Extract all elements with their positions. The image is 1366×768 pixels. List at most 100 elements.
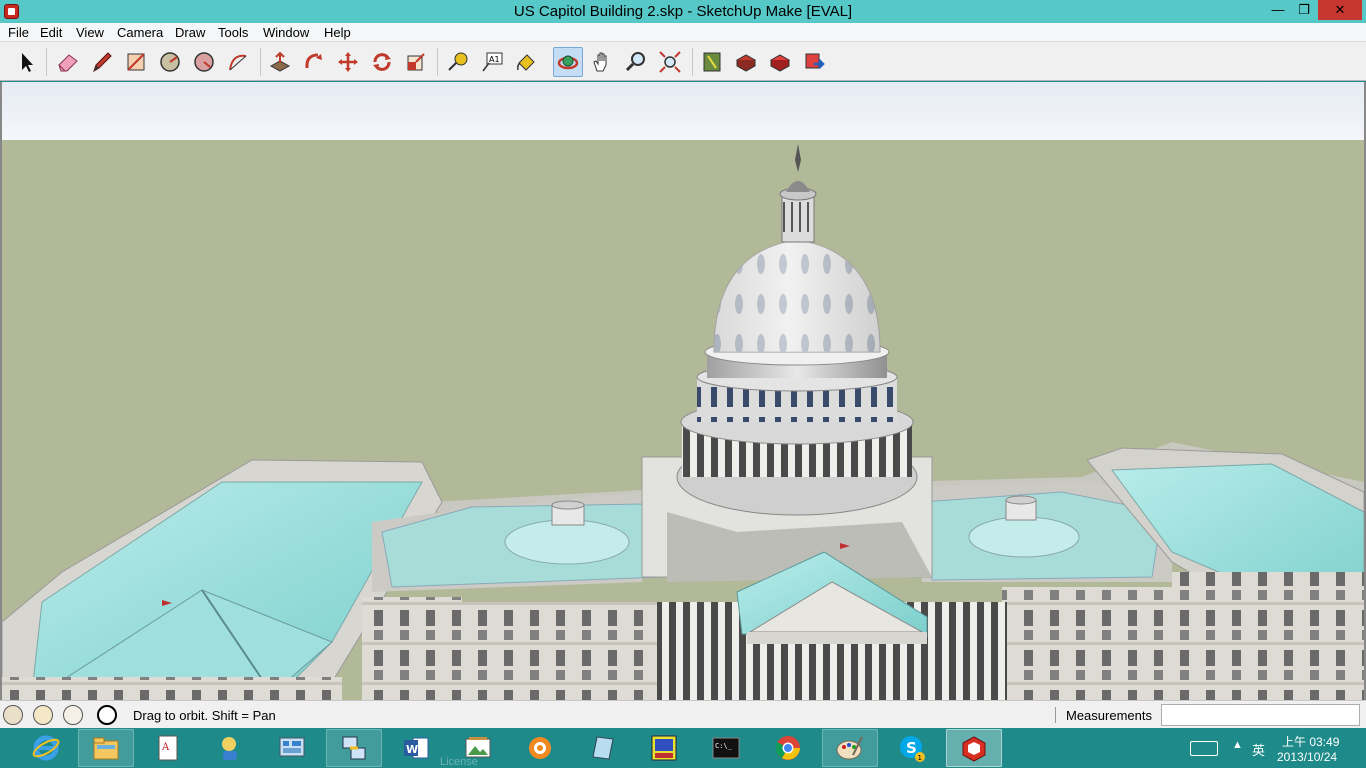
taskbar-xsplit[interactable] — [512, 729, 568, 767]
orbit-tool-icon — [557, 55, 579, 70]
main-toolbar: A1 — [0, 42, 1366, 81]
measurements-label: Measurements — [1066, 708, 1152, 723]
tape-measure-tool-button[interactable] — [443, 47, 473, 77]
menu-view[interactable]: View — [76, 25, 104, 40]
minimize-button[interactable]: — — [1266, 0, 1290, 20]
maximize-button[interactable]: ❐ — [1292, 0, 1316, 20]
clock-date[interactable]: 2013/10/24 — [1277, 750, 1337, 764]
copyright-icon[interactable] — [63, 705, 83, 725]
capitol-model-render — [2, 82, 1364, 700]
taskbar-file-explorer[interactable] — [78, 729, 134, 767]
input-method-indicator[interactable]: 英 — [1252, 740, 1265, 759]
taskbar-internet-explorer[interactable] — [18, 729, 74, 767]
taskbar-chrome[interactable] — [760, 729, 816, 767]
get-components-button[interactable] — [765, 47, 795, 77]
taskbar-command-prompt[interactable]: C:\_ — [698, 729, 754, 767]
taskbar-photo-viewer[interactable] — [450, 729, 506, 767]
polygon-tool-button[interactable] — [189, 47, 219, 77]
sketchup-icon — [962, 736, 986, 762]
push-pull-tool-button[interactable] — [265, 47, 295, 77]
zoom-tool-button[interactable] — [621, 47, 651, 77]
sky — [2, 82, 1364, 140]
measurements-input[interactable] — [1161, 704, 1360, 726]
status-hint: Drag to orbit. Shift = Pan — [133, 708, 276, 723]
paint-icon — [836, 736, 863, 760]
toolbar-separator — [46, 48, 47, 76]
menu-draw[interactable]: Draw — [175, 25, 205, 40]
taskbar-game-app[interactable] — [636, 729, 692, 767]
file-explorer-icon — [93, 737, 119, 760]
follow-me-tool-button[interactable] — [299, 47, 329, 77]
document-viewer-icon: A — [158, 735, 178, 761]
move-tool-button[interactable] — [333, 47, 363, 77]
model-viewport[interactable] — [0, 82, 1366, 700]
xsplit-icon — [529, 737, 551, 759]
share-component-button[interactable] — [799, 47, 829, 77]
game-app-icon — [651, 735, 677, 761]
taskbar-skype[interactable]: S1 — [884, 729, 940, 767]
zoom-tool-icon — [625, 52, 645, 72]
arc-tool-button[interactable] — [223, 47, 253, 77]
eraser-tool-button[interactable] — [53, 47, 83, 77]
3d-warehouse-icon — [703, 52, 721, 72]
zoom-extents-tool-button[interactable] — [655, 47, 685, 77]
photo-viewer-icon — [465, 737, 491, 758]
tape-measure-tool-icon — [448, 52, 468, 71]
pencil-tool-button[interactable] — [87, 47, 117, 77]
rotate-tool-button[interactable] — [367, 47, 397, 77]
menu-camera[interactable]: Camera — [117, 25, 163, 40]
share-model-button[interactable] — [731, 47, 761, 77]
network-tool-icon — [342, 736, 366, 760]
messenger-icon — [222, 737, 237, 760]
status-bar: Drag to orbit. Shift = Pan Measurements — [0, 700, 1366, 728]
pan-tool-button[interactable] — [587, 47, 617, 77]
move-tool-icon — [338, 52, 358, 72]
share-model-icon — [735, 54, 757, 72]
taskbar-messenger[interactable] — [202, 729, 258, 767]
paint-bucket-tool-button[interactable] — [511, 47, 541, 77]
menu-file[interactable]: File — [8, 25, 29, 40]
taskbar-sketchup[interactable] — [946, 729, 1002, 767]
taskbar: License A W C:\_ S1 ▲ 英 上午 03:49 2013/10… — [0, 728, 1366, 768]
taskbar-notepad[interactable] — [574, 729, 630, 767]
taskbar-paint[interactable] — [822, 729, 878, 767]
word-icon: W — [404, 737, 429, 759]
taskbar-control-panel[interactable] — [264, 729, 320, 767]
geo-location-icon[interactable] — [3, 705, 23, 725]
toolbar-separator — [437, 48, 438, 76]
internet-explorer-icon — [32, 735, 60, 761]
menu-tools[interactable]: Tools — [218, 25, 248, 40]
command-prompt-icon: C:\_ — [712, 737, 740, 759]
circle-tool-button[interactable] — [155, 47, 185, 77]
tray-overflow-icon[interactable]: ▲ — [1232, 739, 1243, 751]
text-tool-button[interactable]: A1 — [477, 47, 507, 77]
menu-window[interactable]: Window — [263, 25, 309, 40]
3d-warehouse-button[interactable] — [697, 47, 727, 77]
menu-bar: File Edit View Camera Draw Tools Window … — [0, 23, 1366, 42]
svg-text:C:\_: C:\_ — [715, 742, 733, 750]
menu-edit[interactable]: Edit — [40, 25, 62, 40]
menu-help[interactable]: Help — [324, 25, 351, 40]
clock-time[interactable]: 上午 03:49 — [1282, 733, 1339, 750]
taskbar-word[interactable]: W — [388, 729, 444, 767]
help-icon[interactable] — [97, 705, 117, 725]
follow-me-tool-icon — [305, 53, 322, 69]
toolbar-separator — [692, 48, 693, 76]
touch-keyboard-icon[interactable] — [1190, 741, 1218, 756]
rectangle-tool-icon — [127, 53, 145, 71]
orbit-tool-button[interactable] — [553, 47, 583, 77]
skype-icon: S1 — [900, 736, 925, 762]
pan-tool-icon — [593, 52, 607, 72]
rotate-tool-icon — [373, 53, 391, 71]
scale-tool-button[interactable] — [401, 47, 431, 77]
skype-badge: 1 — [918, 754, 922, 762]
credits-icon[interactable] — [33, 705, 53, 725]
zoom-extents-tool-icon — [659, 51, 681, 73]
taskbar-network-tool[interactable] — [326, 729, 382, 767]
close-button[interactable]: ✕ — [1318, 0, 1362, 20]
taskbar-document-viewer[interactable]: A — [140, 729, 196, 767]
rectangle-tool-button[interactable] — [121, 47, 151, 77]
scale-tool-icon — [407, 53, 425, 71]
arc-tool-icon — [229, 54, 247, 71]
select-tool-button[interactable] — [11, 47, 41, 77]
